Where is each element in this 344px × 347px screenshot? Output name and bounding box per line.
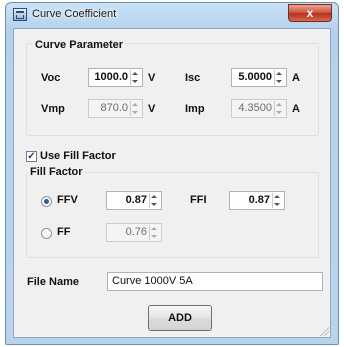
curve-parameter-group xyxy=(26,43,319,136)
isc-spin-arrows[interactable] xyxy=(274,70,285,85)
file-name-input[interactable]: Curve 1000V 5A xyxy=(107,272,323,291)
ffi-value: 0.87 xyxy=(248,194,270,206)
spin-up-icon xyxy=(274,195,280,198)
spin-up-icon xyxy=(276,72,282,75)
spin-down-icon xyxy=(132,80,138,83)
isc-label: Isc xyxy=(185,72,201,84)
voc-spinbox[interactable]: 1000.0 xyxy=(88,68,143,87)
close-button[interactable]: x xyxy=(288,4,332,22)
ff-radio[interactable] xyxy=(41,228,52,239)
fill-factor-group xyxy=(26,172,319,258)
spin-up-icon xyxy=(132,72,138,75)
curve-coefficient-window: Curve Coefficient x Curve Parameter Voc … xyxy=(5,2,339,345)
use-fill-factor-label[interactable]: Use Fill Factor xyxy=(40,150,116,162)
file-name-label: File Name xyxy=(27,276,79,288)
ff-label[interactable]: FF xyxy=(57,226,70,238)
isc-unit: A xyxy=(292,72,300,84)
isc-spinbox[interactable]: 5.0000 xyxy=(231,68,287,87)
spin-down-icon xyxy=(276,111,282,114)
vmp-label: Vmp xyxy=(41,103,65,115)
fill-factor-title: Fill Factor xyxy=(28,166,85,178)
spin-down-icon xyxy=(151,235,157,238)
imp-unit: A xyxy=(292,103,300,115)
ff-spin-arrows[interactable] xyxy=(149,225,160,240)
imp-value: 4.3500 xyxy=(238,102,272,114)
vmp-unit: V xyxy=(148,103,156,115)
spin-up-icon xyxy=(276,103,282,106)
window-title: Curve Coefficient xyxy=(32,8,117,20)
imp-label: Imp xyxy=(185,103,205,115)
ffv-spin-arrows[interactable] xyxy=(149,193,160,208)
voc-unit: V xyxy=(148,72,156,84)
spin-up-icon xyxy=(151,227,157,230)
use-fill-factor-checkbox[interactable]: ✓ xyxy=(26,151,37,162)
vmp-value: 870.0 xyxy=(100,102,128,114)
app-icon xyxy=(13,8,27,21)
imp-spin-arrows[interactable] xyxy=(274,101,285,116)
ff-value: 0.76 xyxy=(125,226,147,238)
add-button[interactable]: ADD xyxy=(148,305,212,331)
ffi-spinbox[interactable]: 0.87 xyxy=(229,191,285,210)
dialog-body: Curve Parameter Voc 1000.0 V Isc 5.0000 … xyxy=(13,28,331,338)
voc-value: 1000.0 xyxy=(94,71,128,83)
spin-up-icon xyxy=(132,103,138,106)
ffi-label: FFI xyxy=(190,194,207,206)
spin-up-icon xyxy=(151,195,157,198)
ff-spinbox[interactable]: 0.76 xyxy=(106,223,162,242)
curve-parameter-title: Curve Parameter xyxy=(33,39,126,51)
imp-spinbox[interactable]: 4.3500 xyxy=(231,99,287,118)
ffv-spinbox[interactable]: 0.87 xyxy=(106,191,162,210)
isc-value: 5.0000 xyxy=(238,71,272,83)
voc-spin-arrows[interactable] xyxy=(130,70,141,85)
spin-down-icon xyxy=(276,80,282,83)
vmp-spinbox[interactable]: 870.0 xyxy=(88,99,143,118)
ffi-spin-arrows[interactable] xyxy=(272,193,283,208)
ffv-value: 0.87 xyxy=(125,194,147,206)
title-bar[interactable]: Curve Coefficient x xyxy=(6,3,338,27)
resize-grip[interactable] xyxy=(319,326,329,336)
spin-down-icon xyxy=(132,111,138,114)
vmp-spin-arrows[interactable] xyxy=(130,101,141,116)
spin-down-icon xyxy=(151,203,157,206)
voc-label: Voc xyxy=(41,72,61,84)
ffv-label[interactable]: FFV xyxy=(57,194,78,206)
ffv-radio[interactable] xyxy=(41,196,52,207)
spin-down-icon xyxy=(274,203,280,206)
